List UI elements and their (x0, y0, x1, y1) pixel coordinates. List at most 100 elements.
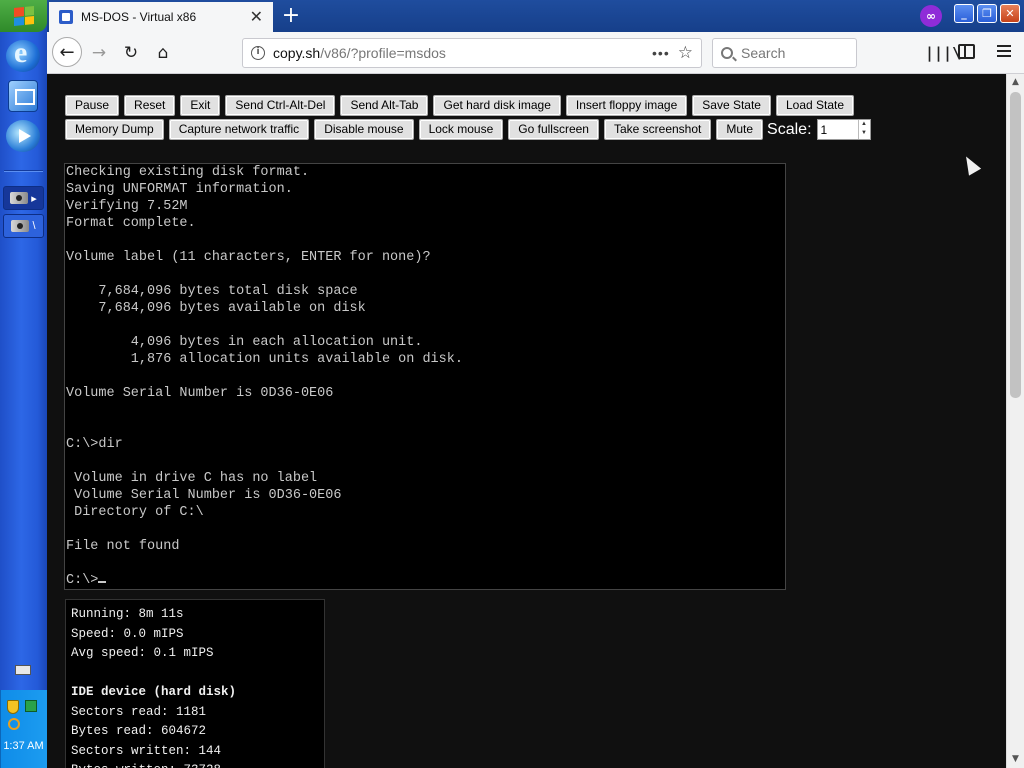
screen-line (65, 368, 785, 385)
maximize-button[interactable]: ❐ (977, 4, 997, 23)
hamburger-menu-icon[interactable] (997, 45, 1011, 57)
new-tab-button[interactable]: + (279, 4, 303, 28)
capture-network-traffic-button[interactable]: Capture network traffic (168, 119, 310, 140)
screen-line (65, 232, 785, 249)
keyboard-icon[interactable] (15, 665, 31, 675)
page-actions-icon[interactable]: ••• (652, 45, 670, 61)
lock-mouse-button[interactable]: Lock mouse (418, 119, 504, 140)
screen-line (65, 555, 785, 572)
screen-line: 1,876 allocation units available on disk… (66, 352, 463, 367)
screen-line (65, 402, 785, 419)
pause-button[interactable]: Pause (65, 95, 120, 116)
stat-line: Sectors read: 1181 (71, 704, 207, 719)
site-info-icon[interactable]: i (251, 46, 265, 60)
clock[interactable]: 1:37 AM (0, 740, 47, 752)
sidebar-icon[interactable] (958, 44, 975, 59)
security-shield-icon[interactable] (7, 700, 19, 714)
get-hard-disk-image-button[interactable]: Get hard disk image (433, 95, 561, 116)
screen-line: Volume Serial Number is 0D36-0E06 (66, 488, 342, 503)
load-state-button[interactable]: Load State (775, 95, 855, 116)
task-label: ▸ (31, 192, 37, 205)
back-button[interactable]: ← (52, 37, 82, 67)
search-placeholder: Search (741, 45, 786, 61)
reload-button[interactable]: ↻ (120, 42, 142, 64)
go-fullscreen-button[interactable]: Go fullscreen (508, 119, 599, 140)
screen-line: Verifying 7.52M (66, 199, 188, 214)
page-content: Pause Reset Exit Send Ctrl-Alt-Del Send … (47, 74, 1006, 768)
stat-line: Running: 8m 11s (71, 607, 184, 621)
scrollbar-thumb[interactable] (1010, 92, 1021, 398)
take-screenshot-button[interactable]: Take screenshot (603, 119, 712, 140)
screen-line: File not found (66, 539, 180, 554)
scroll-up-icon[interactable]: ▲ (1007, 74, 1024, 91)
scale-spinner[interactable]: ▲ ▼ (857, 120, 870, 139)
favicon-icon (59, 10, 73, 24)
browser-window: MS-DOS - Virtual x86 ✕ + ∞ _ ❐ ✕ ← → ↻ ⌂… (47, 0, 1024, 768)
arrow-left-icon: ← (59, 41, 75, 63)
emulator-stats-panel: Running: 8m 11s Speed: 0.0 mIPS Avg speed:… (65, 599, 325, 768)
stat-line: Bytes read: 604672 (71, 724, 207, 738)
save-state-button[interactable]: Save State (692, 95, 771, 116)
home-button[interactable]: ⌂ (152, 42, 174, 64)
scroll-down-icon[interactable]: ▼ (1007, 751, 1024, 768)
insert-floppy-image-button[interactable]: Insert floppy image (565, 95, 688, 116)
scale-stepper[interactable]: 1 ▲ ▼ (816, 119, 871, 140)
vertical-scrollbar[interactable]: ▲ ▼ (1006, 74, 1024, 768)
screen-line (65, 521, 785, 538)
minimize-button[interactable]: _ (954, 4, 974, 23)
send-ctrl-alt-del-button[interactable]: Send Ctrl-Alt-Del (225, 95, 336, 116)
internet-explorer-icon[interactable] (6, 36, 40, 72)
media-player-icon[interactable] (6, 120, 40, 152)
screen-line: Volume Serial Number is 0D36-0E06 (66, 386, 334, 401)
tab-active[interactable]: MS-DOS - Virtual x86 ✕ (49, 2, 273, 32)
spin-up-icon[interactable]: ▲ (859, 120, 870, 129)
stat-line: Sectors written: 144 (71, 743, 222, 758)
screen-line: Volume in drive C has no label (66, 471, 318, 486)
text-cursor (98, 581, 107, 583)
quicklaunch-divider (4, 170, 43, 172)
bookmark-star-icon[interactable]: ☆ (678, 43, 693, 63)
screen-line (65, 453, 785, 470)
start-button[interactable] (0, 0, 47, 32)
outlook-express-icon[interactable] (8, 80, 38, 112)
screen-line: Format complete. (66, 216, 196, 231)
scale-value: 1 (820, 122, 828, 137)
screen-line: 7,684,096 bytes total disk space (66, 284, 358, 299)
emulator-controls-row-1: Pause Reset Exit Send Ctrl-Alt-Del Send … (65, 95, 855, 116)
search-icon (721, 47, 733, 59)
screen-line: 4,096 bytes in each allocation unit. (66, 335, 423, 350)
network-icon[interactable] (25, 700, 37, 712)
scale-label: Scale: (767, 120, 812, 138)
stat-line: Bytes written: 73728 (71, 761, 319, 768)
stat-line: Avg speed: 0.1 mIPS (71, 646, 214, 660)
url-host: copy.sh (273, 45, 321, 61)
screen-line (65, 266, 785, 283)
stat-line (71, 664, 319, 684)
forward-button[interactable]: → (88, 42, 110, 64)
search-tray-icon[interactable] (8, 718, 20, 730)
search-box[interactable]: Search (712, 38, 857, 68)
screen-line: Directory of C:\ (66, 505, 204, 520)
memory-dump-button[interactable]: Memory Dump (65, 119, 164, 140)
app-icon (11, 220, 30, 232)
send-alt-tab-button[interactable]: Send Alt-Tab (340, 95, 429, 116)
taskbar: ▸ \ 1:37 AM (0, 0, 47, 768)
library-icon[interactable]: |||\ (925, 44, 961, 62)
task-label: \ (32, 220, 36, 232)
spin-down-icon[interactable]: ▼ (859, 129, 870, 138)
screen-line (65, 419, 785, 436)
taskbar-button-2[interactable]: \ (3, 214, 44, 238)
emulator-controls-row-2: Memory Dump Capture network traffic Disa… (65, 119, 871, 140)
taskbar-button-1[interactable]: ▸ (3, 186, 44, 210)
navigation-bar: ← → ↻ ⌂ i copy.sh /v86/?profile=msdos ••… (47, 32, 1024, 74)
disable-mouse-button[interactable]: Disable mouse (314, 119, 414, 140)
screen-line (65, 317, 785, 334)
mute-button[interactable]: Mute (716, 119, 764, 140)
close-tab-icon[interactable]: ✕ (250, 7, 263, 27)
emulator-screen[interactable]: Checking existing disk format. Saving UNF… (64, 163, 786, 590)
exit-button[interactable]: Exit (180, 95, 221, 116)
close-window-button[interactable]: ✕ (1000, 4, 1020, 23)
screen-line: Saving UNFORMAT information. (66, 182, 293, 197)
url-bar[interactable]: i copy.sh /v86/?profile=msdos ••• ☆ (242, 38, 702, 68)
reset-button[interactable]: Reset (124, 95, 176, 116)
